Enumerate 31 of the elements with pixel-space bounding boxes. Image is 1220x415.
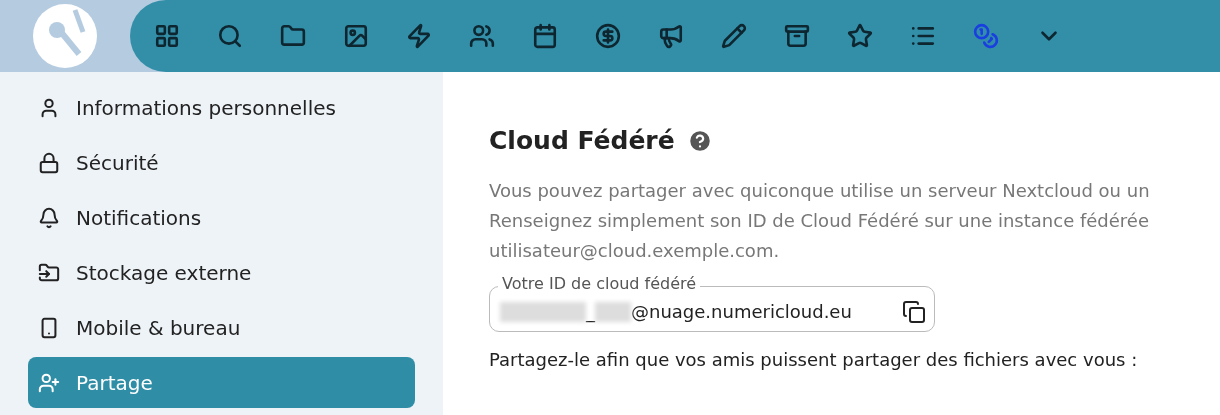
redacted-block [595,301,631,322]
image-icon[interactable] [343,23,369,49]
description-text: utilisateur@cloud.exemple.com. [489,238,781,263]
separator-text: _ [586,300,595,325]
users-icon[interactable] [469,23,495,49]
sidebar-item[interactable]: Stockage externe [28,247,415,298]
pencil-icon[interactable] [721,23,747,49]
copy-icon[interactable] [902,299,926,324]
share-text: Partagez-le afin que vos amis puissent partager des fichiers avec vous : [489,347,1139,372]
sidebar-item[interactable]: Partage [28,357,415,408]
grid-icon[interactable] [154,23,180,49]
archive-icon[interactable] [784,23,810,49]
field-value: @nuage.numericloud.eu [631,300,852,324]
section-title: Cloud Fédéré [489,125,675,157]
money-icon[interactable] [595,23,621,49]
star-icon[interactable] [847,23,873,49]
lock-icon [38,151,60,174]
user-plus-icon [38,371,60,394]
search-icon[interactable] [217,23,243,49]
folder-icon [38,261,60,284]
description-text: Renseignez simplement son ID de Cloud Fédéré sur une instance fédérée [489,208,1150,233]
sidebar-item[interactable]: Mobile & bureau [28,302,415,353]
sidebar-item[interactable]: Informations personnelles [28,82,415,133]
megaphone-icon[interactable] [658,23,684,49]
sidebar-item[interactable]: Sécurité [28,137,415,188]
bell-icon [38,206,60,229]
lightning-icon[interactable] [406,23,432,49]
folder-icon[interactable] [280,23,306,49]
calendar-icon[interactable] [532,23,558,49]
description-text: Vous pouvez partager avec quiconque utilise un serveur Nextcloud ou un [489,178,1151,203]
sidebar-item[interactable]: Notifications [28,192,415,243]
